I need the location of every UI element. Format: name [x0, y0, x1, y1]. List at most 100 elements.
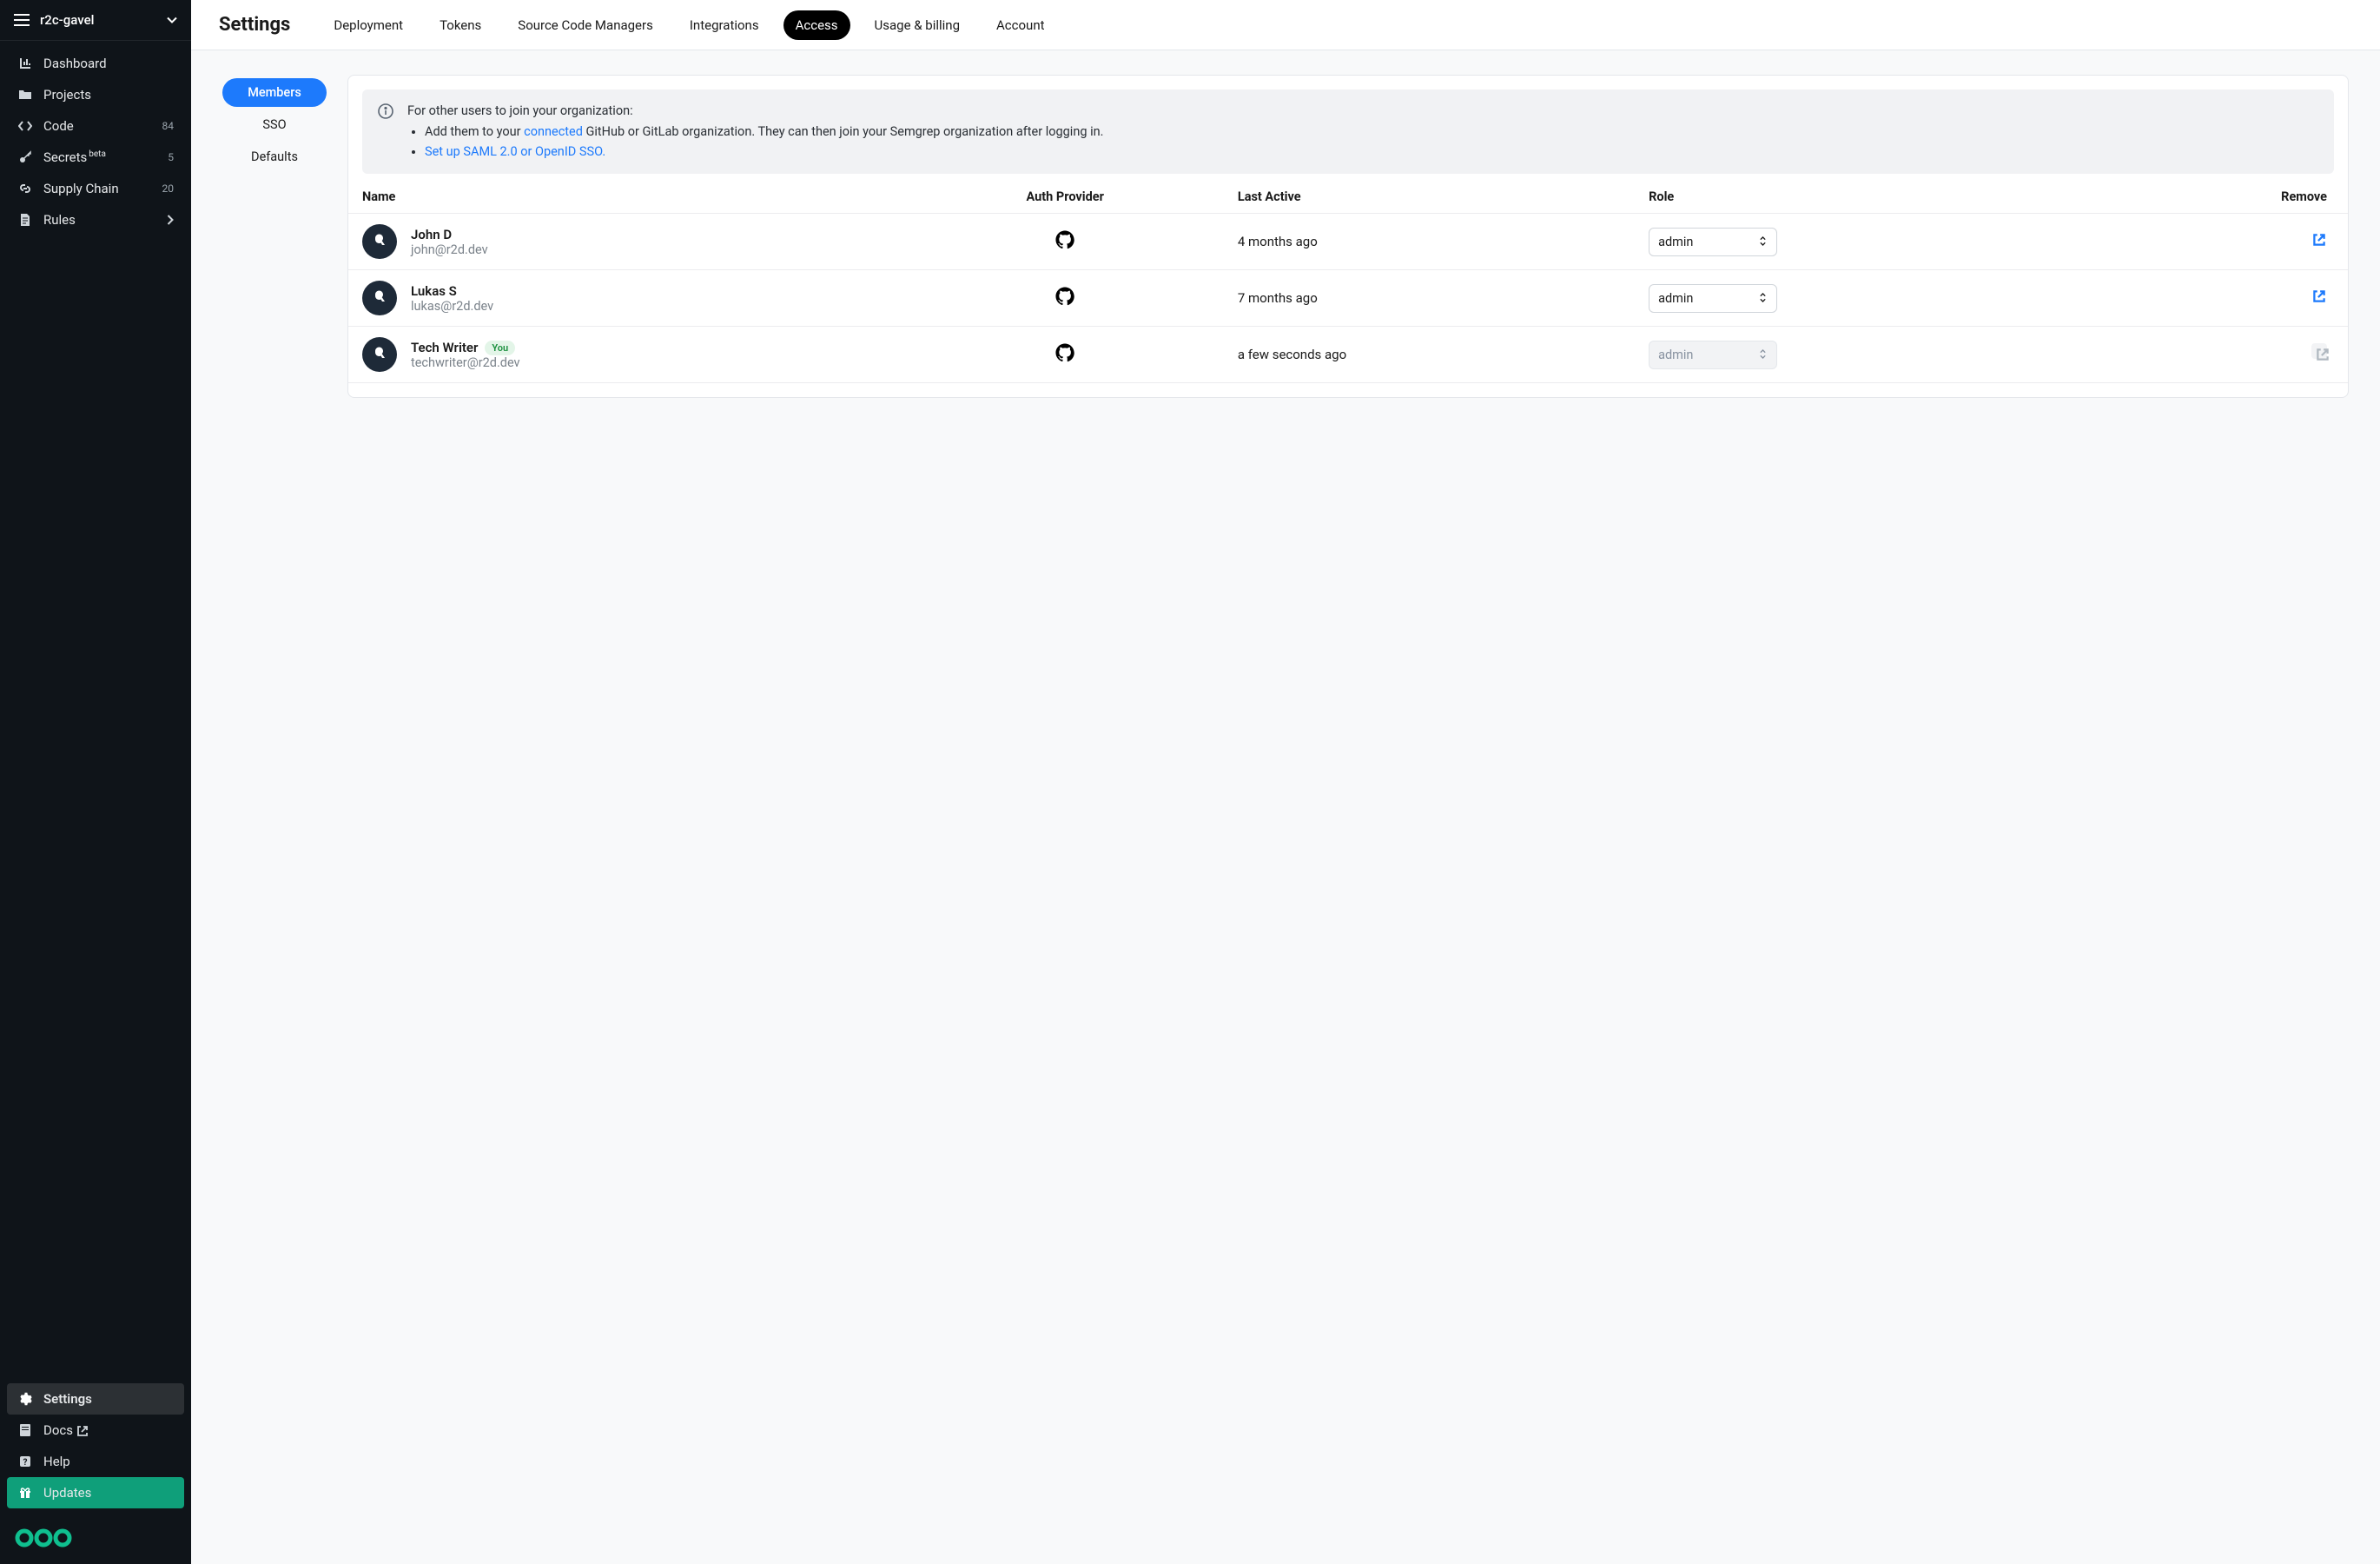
role-select[interactable]: admin	[1649, 284, 1777, 313]
last-active: 7 months ago	[1224, 270, 1635, 327]
sidebar-item-dashboard[interactable]: Dashboard	[7, 48, 184, 79]
main: Settings Deployment Tokens Source Code Man…	[191, 0, 2380, 1564]
tab-deployment[interactable]: Deployment	[321, 10, 415, 40]
nav-label: Rules	[43, 212, 156, 228]
code-icon	[17, 118, 33, 134]
table-row: Lukas Slukas@r2d.dev 7 months ago admin	[348, 270, 2348, 327]
select-arrows-icon	[1759, 348, 1768, 361]
member-name: John D	[411, 227, 488, 242]
github-icon	[1055, 350, 1074, 366]
remove-member-button	[2311, 343, 2327, 359]
sidebar: r2c-gavel Dashboard Projects Code 84 Sec…	[0, 0, 191, 1564]
question-icon: ?	[17, 1454, 33, 1469]
avatar	[362, 224, 397, 259]
select-arrows-icon	[1759, 292, 1768, 304]
subnav-members[interactable]: Members	[222, 78, 327, 107]
avatar	[362, 337, 397, 372]
member-name: Lukas S	[411, 283, 493, 299]
folder-icon	[17, 87, 33, 103]
gear-icon	[17, 1391, 33, 1407]
role-select: admin	[1649, 341, 1777, 369]
link-icon	[17, 181, 33, 196]
info-text: For other users to join your organizatio…	[407, 102, 1103, 162]
nav-count: 20	[162, 182, 175, 195]
org-switcher[interactable]: r2c-gavel	[0, 0, 191, 41]
avatar	[362, 281, 397, 315]
nav-label: Projects	[43, 87, 174, 103]
github-icon	[1055, 237, 1074, 253]
sidebar-item-updates[interactable]: Updates	[7, 1477, 184, 1508]
nav-count: 84	[162, 120, 175, 132]
sso-setup-link[interactable]: Set up SAML 2.0 or OpenID SSO.	[425, 144, 605, 159]
document-icon	[17, 212, 33, 228]
member-name: Tech WriterYou	[411, 340, 520, 356]
topbar: Settings Deployment Tokens Source Code Man…	[191, 0, 2380, 50]
nav-label: Supply Chain	[43, 181, 152, 196]
col-role: Role	[1635, 181, 2106, 214]
col-auth: Auth Provider	[907, 181, 1224, 214]
role-select[interactable]: admin	[1649, 228, 1777, 256]
info-box: For other users to join your organizatio…	[362, 89, 2334, 174]
chart-icon	[17, 56, 33, 71]
nav-label: Updates	[43, 1485, 174, 1501]
sidebar-item-rules[interactable]: Rules	[7, 204, 184, 235]
last-active: a few seconds ago	[1224, 327, 1635, 383]
github-icon	[1055, 294, 1074, 309]
tabs: Deployment Tokens Source Code Managers Inte…	[321, 10, 1056, 40]
sidebar-item-code[interactable]: Code 84	[7, 110, 184, 142]
tab-access[interactable]: Access	[783, 10, 850, 40]
sidebar-item-projects[interactable]: Projects	[7, 79, 184, 110]
tab-integrations[interactable]: Integrations	[678, 10, 771, 40]
gift-icon	[17, 1485, 33, 1501]
chevron-down-icon	[167, 17, 177, 23]
tab-tokens[interactable]: Tokens	[427, 10, 493, 40]
nav-label: Settings	[43, 1391, 174, 1407]
you-badge: You	[485, 341, 515, 355]
member-email: techwriter@r2d.dev	[411, 355, 520, 370]
nav-main: Dashboard Projects Code 84 Secretsbeta 5…	[0, 41, 191, 1376]
org-name: r2c-gavel	[40, 12, 156, 28]
remove-member-button[interactable]	[2311, 288, 2327, 304]
last-active: 4 months ago	[1224, 214, 1635, 270]
page-title: Settings	[219, 14, 290, 36]
chevron-right-icon	[167, 215, 174, 225]
svg-text:?: ?	[23, 1458, 28, 1468]
members-table: Name Auth Provider Last Active Role Remo…	[348, 181, 2348, 383]
table-row: John Djohn@r2d.dev 4 months ago admin	[348, 214, 2348, 270]
book-icon	[17, 1422, 33, 1438]
table-row: Tech WriterYoutechwriter@r2d.dev a few se…	[348, 327, 2348, 383]
nav-label: Dashboard	[43, 56, 174, 71]
tab-account[interactable]: Account	[984, 10, 1057, 40]
external-link-icon	[76, 1425, 89, 1437]
sidebar-item-help[interactable]: ? Help	[7, 1446, 184, 1477]
sidebar-item-supply-chain[interactable]: Supply Chain 20	[7, 173, 184, 204]
sidebar-item-docs[interactable]: Docs	[7, 1415, 184, 1446]
col-last: Last Active	[1224, 181, 1635, 214]
connected-link[interactable]: connected	[524, 124, 583, 139]
subnav-defaults[interactable]: Defaults	[222, 142, 327, 171]
nav-label: Help	[43, 1454, 174, 1469]
nav-count: 5	[168, 151, 174, 163]
member-email: lukas@r2d.dev	[411, 299, 493, 314]
nav-label: Secretsbeta	[43, 149, 157, 165]
subnav: Members SSO Defaults	[222, 75, 327, 398]
col-remove: Remove	[2106, 181, 2348, 214]
nav-label: Code	[43, 118, 152, 134]
remove-member-button[interactable]	[2311, 232, 2327, 248]
nav-bottom: Settings Docs ? Help Updates	[0, 1376, 191, 1515]
tab-source-code-managers[interactable]: Source Code Managers	[506, 10, 665, 40]
brand-logo	[0, 1515, 191, 1564]
subnav-sso[interactable]: SSO	[222, 110, 327, 139]
col-name: Name	[348, 181, 907, 214]
content: Members SSO Defaults For other users to jo…	[191, 50, 2380, 422]
hamburger-icon[interactable]	[14, 14, 30, 26]
nav-label: Docs	[43, 1422, 174, 1438]
semgrep-logo-icon	[14, 1526, 75, 1550]
sidebar-item-secrets[interactable]: Secretsbeta 5	[7, 142, 184, 173]
member-email: john@r2d.dev	[411, 242, 488, 257]
key-icon	[17, 149, 33, 165]
info-icon	[378, 103, 393, 119]
select-arrows-icon	[1759, 235, 1768, 248]
tab-usage-billing[interactable]: Usage & billing	[863, 10, 973, 40]
sidebar-item-settings[interactable]: Settings	[7, 1383, 184, 1415]
